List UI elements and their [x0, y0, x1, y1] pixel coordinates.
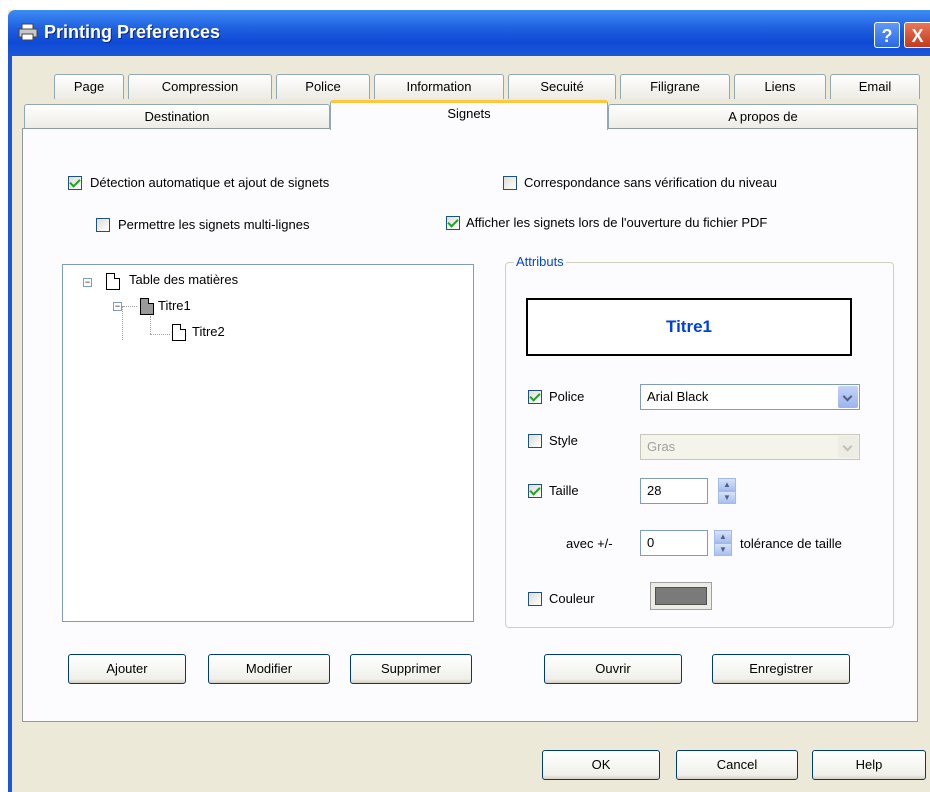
bookmark-tree[interactable]	[62, 264, 474, 622]
tolerance-value: 0	[647, 535, 655, 550]
cancel-button[interactable]: Cancel	[676, 750, 798, 780]
ajouter-button[interactable]: Ajouter	[68, 654, 186, 684]
spin-up-icon[interactable]: ▲	[714, 530, 732, 543]
tab-securite[interactable]: Secuité	[508, 74, 616, 99]
titlebar-close-button[interactable]: X	[904, 22, 930, 48]
auto-detect-label[interactable]: Détection automatique et ajout de signet…	[90, 175, 329, 190]
tree-connector	[122, 306, 123, 340]
title-bar[interactable]: Printing Preferences ? X	[8, 10, 930, 56]
tolerance-prefix: avec +/-	[566, 536, 613, 551]
ouvrir-button[interactable]: Ouvrir	[544, 654, 682, 684]
chevron-down-icon	[838, 436, 858, 458]
tree-item-root[interactable]: Table des matières	[129, 272, 238, 287]
taille-label[interactable]: Taille	[549, 483, 579, 498]
taille-checkbox[interactable]	[528, 484, 542, 498]
tab-destination[interactable]: Destination	[24, 104, 330, 129]
titlebar-help-button[interactable]: ?	[874, 22, 900, 48]
enregistrer-button[interactable]: Enregistrer	[712, 654, 850, 684]
taille-input[interactable]: 28	[640, 478, 708, 504]
collapse-titre1-icon[interactable]: −	[113, 302, 122, 311]
modifier-button[interactable]: Modifier	[208, 654, 330, 684]
document-icon	[172, 324, 186, 341]
style-value: Gras	[647, 439, 676, 454]
auto-detect-checkbox[interactable]	[68, 176, 82, 190]
tab-signets[interactable]: Signets	[330, 100, 608, 130]
multiline-label[interactable]: Permettre les signets multi-lignes	[118, 217, 309, 232]
tolerance-suffix: tolérance de taille	[740, 536, 842, 551]
tree-item-titre2[interactable]: Titre2	[192, 324, 225, 339]
help-button[interactable]: Help	[812, 750, 926, 780]
tree-connector	[150, 316, 151, 334]
window-title: Printing Preferences	[44, 22, 221, 42]
tree-item-titre1[interactable]: Titre1	[158, 298, 191, 313]
color-swatch-button[interactable]	[650, 582, 712, 610]
show-on-open-checkbox[interactable]	[446, 216, 460, 230]
multiline-checkbox[interactable]	[96, 218, 110, 232]
couleur-checkbox[interactable]	[528, 592, 542, 606]
no-level-check-checkbox[interactable]	[503, 176, 517, 190]
spin-down-icon[interactable]: ▼	[718, 491, 736, 504]
police-value: Arial Black	[647, 389, 709, 404]
tolerance-spinner[interactable]: ▲ ▼	[714, 530, 732, 556]
show-on-open-label[interactable]: Afficher les signets lors de l'ouverture…	[466, 215, 767, 230]
ok-button[interactable]: OK	[542, 750, 660, 780]
spin-down-icon[interactable]: ▼	[714, 543, 732, 556]
window-border	[8, 56, 12, 792]
police-checkbox[interactable]	[528, 390, 542, 404]
bookmark-preview: Titre1	[526, 298, 852, 356]
collapse-root-icon[interactable]: −	[83, 278, 92, 287]
taille-value: 28	[647, 483, 662, 498]
tab-page[interactable]: Page	[54, 74, 124, 99]
police-select[interactable]: Arial Black	[640, 384, 860, 410]
tab-liens[interactable]: Liens	[734, 74, 826, 99]
tab-information[interactable]: Information	[374, 74, 504, 99]
spin-up-icon[interactable]: ▲	[718, 478, 736, 491]
style-label[interactable]: Style	[549, 433, 578, 448]
tree-connector	[150, 334, 170, 335]
tree-connector	[123, 306, 137, 307]
police-label[interactable]: Police	[549, 389, 584, 404]
style-checkbox[interactable]	[528, 434, 542, 448]
document-gray-icon	[140, 298, 154, 315]
chevron-down-icon[interactable]	[838, 386, 858, 408]
tab-compression[interactable]: Compression	[128, 74, 272, 99]
supprimer-button[interactable]: Supprimer	[350, 654, 472, 684]
no-level-check-label[interactable]: Correspondance sans vérification du nive…	[524, 175, 777, 190]
couleur-label[interactable]: Couleur	[549, 591, 595, 606]
printer-icon	[18, 23, 38, 41]
tab-police[interactable]: Police	[276, 74, 370, 99]
attributes-group-title: Attributs	[514, 254, 566, 269]
tab-email[interactable]: Email	[830, 74, 920, 99]
tolerance-input[interactable]: 0	[640, 530, 708, 556]
document-icon	[106, 273, 120, 290]
taille-spinner[interactable]: ▲ ▼	[718, 478, 736, 504]
tab-a-propos-de[interactable]: A propos de	[608, 104, 918, 129]
style-select: Gras	[640, 434, 860, 460]
tab-filigrane[interactable]: Filigrane	[620, 74, 730, 99]
